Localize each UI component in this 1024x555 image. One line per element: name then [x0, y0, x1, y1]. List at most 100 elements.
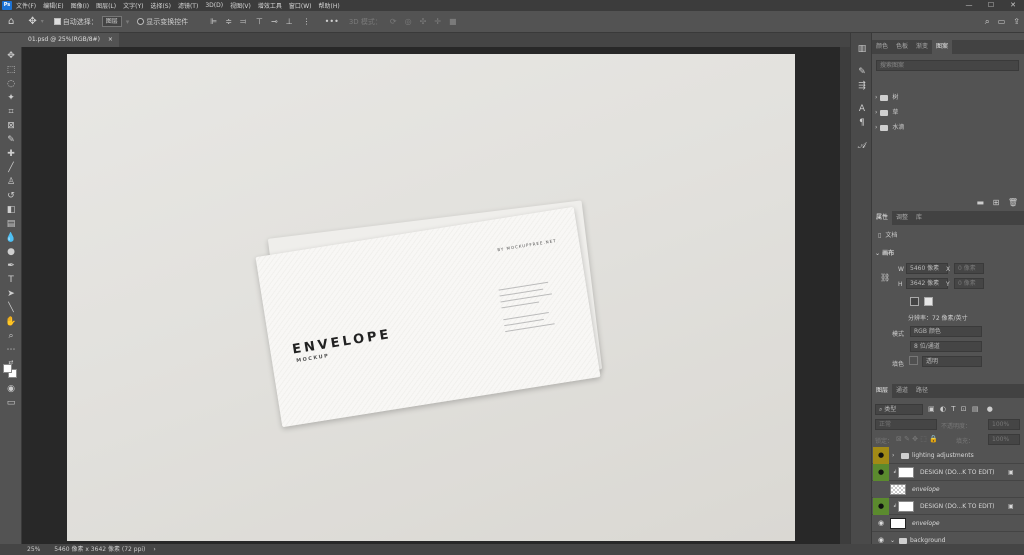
vertical-scrollbar[interactable] — [840, 47, 850, 544]
tab-gradients[interactable]: 渐变 — [912, 40, 932, 54]
new-pattern-icon[interactable]: ⊞ — [993, 198, 1000, 207]
document-tab[interactable]: 01.psd @ 25%(RGB/8#) × — [22, 33, 119, 47]
workspace-icon[interactable]: ▭ — [998, 17, 1006, 26]
checkbox-icon[interactable] — [53, 18, 61, 25]
bit-depth-dropdown[interactable]: 8 位/通道 — [910, 341, 982, 352]
menu-item-window[interactable]: 窗口(W) — [289, 1, 312, 10]
height-field[interactable]: 3642 像素 — [906, 278, 948, 289]
hand-tool-icon[interactable]: ✋ — [5, 316, 17, 328]
close-window-button[interactable]: ✕ — [1002, 0, 1024, 11]
more-options-button[interactable]: ••• — [325, 17, 339, 26]
3d-video-icon[interactable]: ■ — [449, 17, 457, 26]
visibility-eye-icon[interactable] — [873, 481, 889, 498]
close-tab-button[interactable]: × — [108, 36, 113, 43]
character-icon[interactable]: A — [856, 103, 868, 115]
3d-roll-icon[interactable]: ◎ — [405, 17, 412, 26]
type-tool-icon[interactable]: T — [5, 274, 17, 286]
menu-item-plugins[interactable]: 增效工具 — [258, 1, 282, 10]
adjustments-icon[interactable]: ⇶ — [856, 80, 868, 92]
visibility-eye-icon[interactable]: ● — [873, 498, 889, 515]
layer-row[interactable]: ◉ envelope — [872, 515, 1024, 532]
fill-color-swatch[interactable] — [909, 356, 918, 365]
menu-item-file[interactable]: 文件(F) — [16, 1, 36, 10]
3d-drag-icon[interactable]: ✣ — [420, 17, 427, 26]
link-icon[interactable]: ⛓ — [880, 273, 890, 282]
crop-tool-icon[interactable]: ⌗ — [5, 106, 17, 118]
history-brush-icon[interactable]: ↺ — [5, 190, 17, 202]
search-icon[interactable]: ⌕ — [985, 17, 990, 27]
share-icon[interactable]: ⇪ — [1013, 17, 1020, 26]
shape-filter-icon[interactable]: ⊡ — [961, 405, 967, 413]
eraser-icon[interactable]: ◧ — [5, 204, 17, 216]
screen-mode-icon[interactable]: ▭ — [5, 397, 17, 409]
pattern-group-row[interactable]: › 草 — [872, 107, 1024, 118]
magic-wand-icon[interactable]: ✦ — [5, 92, 17, 104]
line-tool-icon[interactable]: ╲ — [5, 302, 17, 314]
tab-properties[interactable]: 属性 — [872, 211, 893, 225]
maximize-button[interactable]: ☐ — [980, 0, 1002, 11]
more-tools-icon[interactable]: ⋯ — [5, 344, 17, 356]
visibility-eye-icon[interactable]: ● — [873, 447, 889, 464]
canvas-area[interactable]: BY MOCKUPFREE.NET ENVELOPE MOCKUP — [22, 47, 840, 544]
menu-item-image[interactable]: 图像(I) — [71, 1, 89, 10]
dodge-tool-icon[interactable]: ● — [5, 246, 17, 258]
smart-filter-icon[interactable]: ▤ — [972, 405, 979, 413]
tab-swatches[interactable]: 色板 — [892, 40, 912, 54]
frame-tool-icon[interactable]: ⊠ — [5, 120, 17, 132]
align-center-icon[interactable]: ≑ — [225, 17, 232, 26]
layer-row[interactable]: ● › lighting adjustments — [872, 447, 1024, 464]
pattern-group-row[interactable]: › 水滴 — [872, 122, 1024, 133]
zoom-tool-icon[interactable]: ⌕ — [5, 330, 17, 342]
chevron-down-icon[interactable]: ▾ — [126, 18, 130, 26]
gradient-tool-icon[interactable]: ▤ — [5, 218, 17, 230]
fill-dropdown[interactable]: 透明 — [922, 356, 982, 367]
marquee-tool-icon[interactable]: ⬚ — [5, 64, 17, 76]
tab-channels[interactable]: 通道 — [892, 384, 912, 398]
blend-mode-dropdown[interactable]: 正常 — [875, 419, 937, 430]
new-group-icon[interactable]: ▬ — [976, 198, 984, 207]
3d-slide-icon[interactable]: ✛ — [434, 17, 441, 26]
move-tool-icon[interactable]: ✥ — [28, 16, 36, 27]
paragraph-icon[interactable]: ¶ — [856, 117, 868, 129]
pen-tool-icon[interactable]: ✒ — [5, 260, 17, 272]
lasso-tool-icon[interactable]: ◌ — [5, 78, 17, 90]
landscape-orientation-icon[interactable] — [924, 297, 933, 306]
tab-patterns[interactable]: 图案 — [932, 40, 953, 54]
menu-item-layer[interactable]: 图层(L) — [96, 1, 116, 10]
minimize-button[interactable]: — — [958, 0, 980, 11]
canvas-section[interactable]: ⌄ 画布 — [872, 248, 1024, 257]
menu-item-type[interactable]: 文字(Y) — [123, 1, 143, 10]
pattern-search-input[interactable]: 搜索图案 — [876, 60, 1019, 71]
align-middle-icon[interactable]: ⊸ — [271, 17, 278, 26]
auto-select-dropdown[interactable]: 图层 — [101, 16, 122, 27]
checkbox-icon[interactable] — [137, 18, 145, 25]
history-icon[interactable]: ▥ — [856, 43, 868, 55]
adjustment-filter-icon[interactable]: ◐ — [940, 405, 946, 413]
3d-rotate-icon[interactable]: ⟳ — [390, 17, 397, 26]
x-field[interactable]: 0 像素 — [954, 263, 984, 274]
filter-toggle-icon[interactable]: ● — [987, 405, 993, 413]
tab-paths[interactable]: 路径 — [912, 384, 932, 398]
layer-filter-dropdown[interactable]: ⌕ 类型 — [875, 404, 923, 415]
portrait-orientation-icon[interactable] — [910, 297, 919, 306]
clone-stamp-icon[interactable]: ♙ — [5, 176, 17, 188]
eyedropper-icon[interactable]: ✎ — [5, 134, 17, 146]
brush-settings-icon[interactable]: ✎ — [856, 66, 868, 78]
align-bottom-icon[interactable]: ⊥ — [286, 17, 293, 26]
align-right-icon[interactable]: ⫤ — [240, 17, 246, 27]
layer-row[interactable]: ● ↲ DESIGN (DO...K TO EDIT) ▣ — [872, 498, 1024, 515]
move-tool-icon[interactable]: ✥ — [5, 50, 17, 62]
layer-fill-field[interactable]: 100% — [988, 434, 1020, 445]
layer-row[interactable]: ● ↲ DESIGN (DO...K TO EDIT) ▣ — [872, 464, 1024, 481]
lock-icons[interactable]: ⊠ ✎ ✥ ⬚ 🔒 — [896, 435, 956, 443]
brush-tool-icon[interactable]: ╱ — [5, 162, 17, 174]
foreground-color-swatch[interactable] — [3, 364, 12, 373]
tab-libraries[interactable]: 库 — [912, 211, 926, 225]
mode-dropdown[interactable]: RGB 颜色 — [910, 326, 982, 337]
menu-item-filter[interactable]: 滤镜(T) — [178, 1, 198, 10]
menu-item-select[interactable]: 选择(S) — [150, 1, 171, 10]
tab-adjustments[interactable]: 调整 — [892, 211, 912, 225]
menu-item-3d[interactable]: 3D(D) — [205, 2, 223, 9]
healing-brush-icon[interactable]: ✚ — [5, 148, 17, 160]
width-field[interactable]: 5460 像素 — [906, 263, 948, 274]
